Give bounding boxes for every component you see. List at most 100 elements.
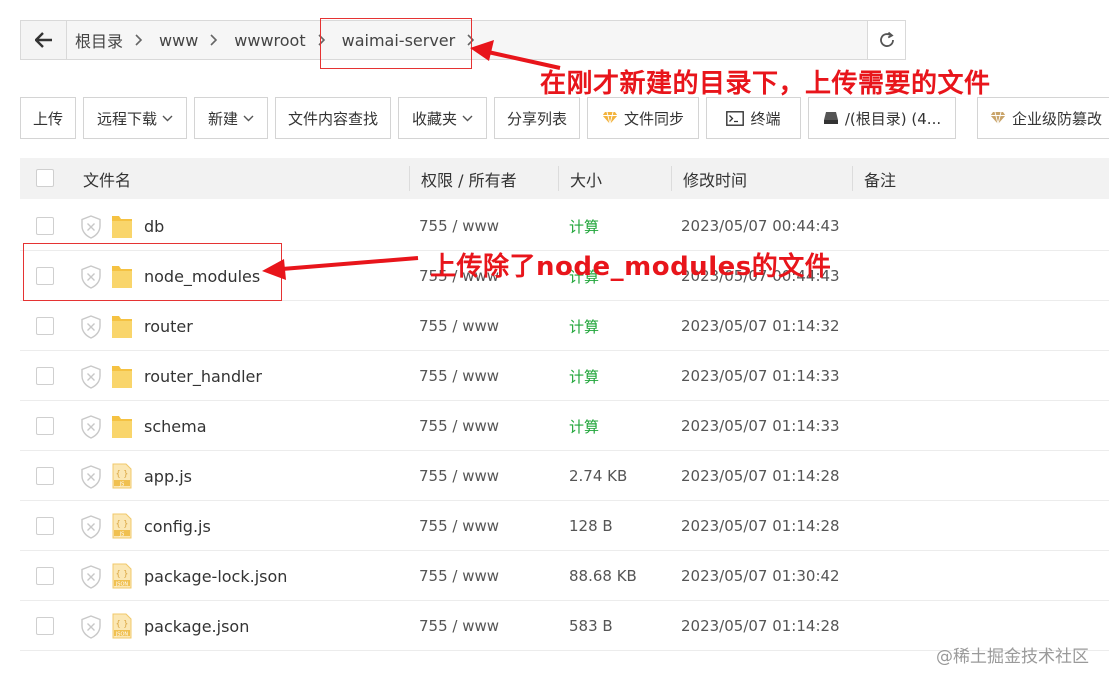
- row-checkbox[interactable]: [36, 517, 54, 535]
- content-search-label: 文件内容查找: [287, 109, 378, 128]
- folder-icon: [112, 316, 132, 338]
- row-checkbox[interactable]: [36, 317, 54, 335]
- table-header: 文件名 权限 / 所有者 大小 修改时间 备注: [20, 158, 1109, 199]
- shield-x-icon[interactable]: [80, 215, 102, 239]
- favorites-button[interactable]: 收藏夹: [398, 97, 487, 139]
- row-checkbox[interactable]: [36, 567, 54, 585]
- svg-text:{ }: { }: [116, 469, 129, 478]
- row-checkbox[interactable]: [36, 217, 54, 235]
- calc-size-link[interactable]: 计算: [569, 201, 599, 251]
- shield-x-icon[interactable]: [80, 615, 102, 639]
- header-size[interactable]: 大小: [570, 158, 602, 199]
- table-row[interactable]: router 755 / www 计算 2023/05/07 01:14:32: [20, 301, 1109, 351]
- file-mtime: 2023/05/07 01:14:33: [681, 367, 840, 385]
- table-row[interactable]: { } JSON package-lock.json 755 / www 88.6…: [20, 551, 1109, 601]
- js-file-icon: { } JS: [112, 513, 132, 539]
- file-perm[interactable]: 755 / www: [419, 201, 499, 251]
- file-mtime: 2023/05/07 01:14:28: [681, 467, 840, 485]
- folder-icon: [112, 366, 132, 388]
- file-mtime: 2023/05/07 01:14:28: [681, 517, 840, 535]
- table-row[interactable]: { } JS config.js 755 / www 128 B 2023/05/…: [20, 501, 1109, 551]
- header-note: 备注: [864, 170, 897, 190]
- js-file-icon: { } JS: [112, 463, 132, 489]
- breadcrumb-item-root[interactable]: 根目录: [67, 28, 127, 52]
- highlight-box-current-dir: [320, 18, 472, 69]
- shield-x-icon[interactable]: [80, 315, 102, 339]
- chevron-down-icon: [243, 115, 254, 122]
- header-perm-owner[interactable]: 权限 / 所有者: [421, 158, 517, 199]
- json-file-icon: { } JSON: [112, 563, 132, 589]
- folder-icon: [112, 416, 132, 438]
- file-name[interactable]: config.js: [144, 501, 211, 551]
- breadcrumb-item-wwwroot[interactable]: wwwroot: [226, 31, 309, 50]
- shield-x-icon[interactable]: [80, 365, 102, 389]
- column-divider: [409, 166, 410, 191]
- chevron-right-icon: [202, 34, 226, 46]
- svg-text:JS: JS: [119, 481, 125, 487]
- arrow-left-icon: [34, 32, 52, 48]
- shield-x-icon[interactable]: [80, 565, 102, 589]
- file-perm[interactable]: 755 / www: [419, 401, 499, 451]
- disk-button[interactable]: /(根目录) (4...: [808, 97, 956, 139]
- file-perm[interactable]: 755 / www: [419, 501, 499, 551]
- svg-text:JSON: JSON: [115, 631, 129, 637]
- file-name[interactable]: package-lock.json: [144, 551, 287, 601]
- refresh-icon: [879, 31, 894, 47]
- table-row[interactable]: schema 755 / www 计算 2023/05/07 01:14:33: [20, 401, 1109, 451]
- header-mtime[interactable]: 修改时间: [683, 158, 747, 199]
- row-checkbox[interactable]: [36, 367, 54, 385]
- json-file-icon: { } JSON: [112, 613, 132, 639]
- breadcrumb-item-www[interactable]: www: [151, 31, 202, 50]
- terminal-icon: [726, 110, 745, 126]
- file-mtime: 2023/05/07 01:14:33: [681, 417, 840, 435]
- upload-label: 上传: [32, 109, 63, 128]
- shield-x-icon[interactable]: [80, 515, 102, 539]
- terminal-button[interactable]: 终端: [706, 97, 801, 139]
- calc-size-link[interactable]: 计算: [569, 401, 599, 451]
- share-list-label: 分享列表: [506, 109, 567, 128]
- annotation-top: 在刚才新建的目录下，上传需要的文件: [540, 69, 991, 99]
- file-perm[interactable]: 755 / www: [419, 551, 499, 601]
- file-size: 583 B: [569, 617, 613, 635]
- calc-size-link[interactable]: 计算: [569, 351, 599, 401]
- file-perm[interactable]: 755 / www: [419, 451, 499, 501]
- calc-size-link[interactable]: 计算: [569, 301, 599, 351]
- content-search-button[interactable]: 文件内容查找: [275, 97, 391, 139]
- file-name[interactable]: schema: [144, 401, 207, 451]
- file-mtime: 2023/05/07 00:44:43: [681, 217, 840, 235]
- shield-x-icon[interactable]: [80, 415, 102, 439]
- file-name[interactable]: app.js: [144, 451, 192, 501]
- watermark: @稀土掘金技术社区: [936, 647, 1089, 667]
- folder-icon: [112, 216, 132, 238]
- file-sync-label: 文件同步: [623, 109, 684, 128]
- new-label: 新建: [207, 109, 238, 128]
- svg-text:JSON: JSON: [115, 581, 129, 587]
- file-perm[interactable]: 755 / www: [419, 301, 499, 351]
- share-list-button[interactable]: 分享列表: [494, 97, 580, 139]
- file-name[interactable]: router_handler: [144, 351, 262, 401]
- upload-button[interactable]: 上传: [20, 97, 76, 139]
- svg-text:{ }: { }: [116, 619, 129, 628]
- new-button[interactable]: 新建: [194, 97, 268, 139]
- row-checkbox[interactable]: [36, 467, 54, 485]
- file-sync-button[interactable]: 文件同步: [587, 97, 699, 139]
- chevron-right-icon: [127, 34, 151, 46]
- file-perm[interactable]: 755 / www: [419, 351, 499, 401]
- file-name[interactable]: package.json: [144, 601, 249, 651]
- back-button[interactable]: [21, 21, 67, 59]
- select-all-checkbox[interactable]: [36, 169, 54, 187]
- chevron-down-icon: [462, 115, 473, 122]
- table-row[interactable]: router_handler 755 / www 计算 2023/05/07 0…: [20, 351, 1109, 401]
- header-name[interactable]: 文件名: [83, 158, 131, 199]
- table-row[interactable]: { } JS app.js 755 / www 2.74 KB 2023/05/0…: [20, 451, 1109, 501]
- row-checkbox[interactable]: [36, 617, 54, 635]
- column-divider: [671, 166, 672, 191]
- tamper-proof-button[interactable]: 企业级防篡改: [977, 97, 1109, 139]
- row-checkbox[interactable]: [36, 417, 54, 435]
- svg-text:JS: JS: [119, 531, 125, 537]
- remote-download-button[interactable]: 远程下载: [83, 97, 187, 139]
- refresh-button[interactable]: [867, 21, 905, 59]
- shield-x-icon[interactable]: [80, 465, 102, 489]
- file-perm[interactable]: 755 / www: [419, 601, 499, 651]
- file-name[interactable]: router: [144, 301, 193, 351]
